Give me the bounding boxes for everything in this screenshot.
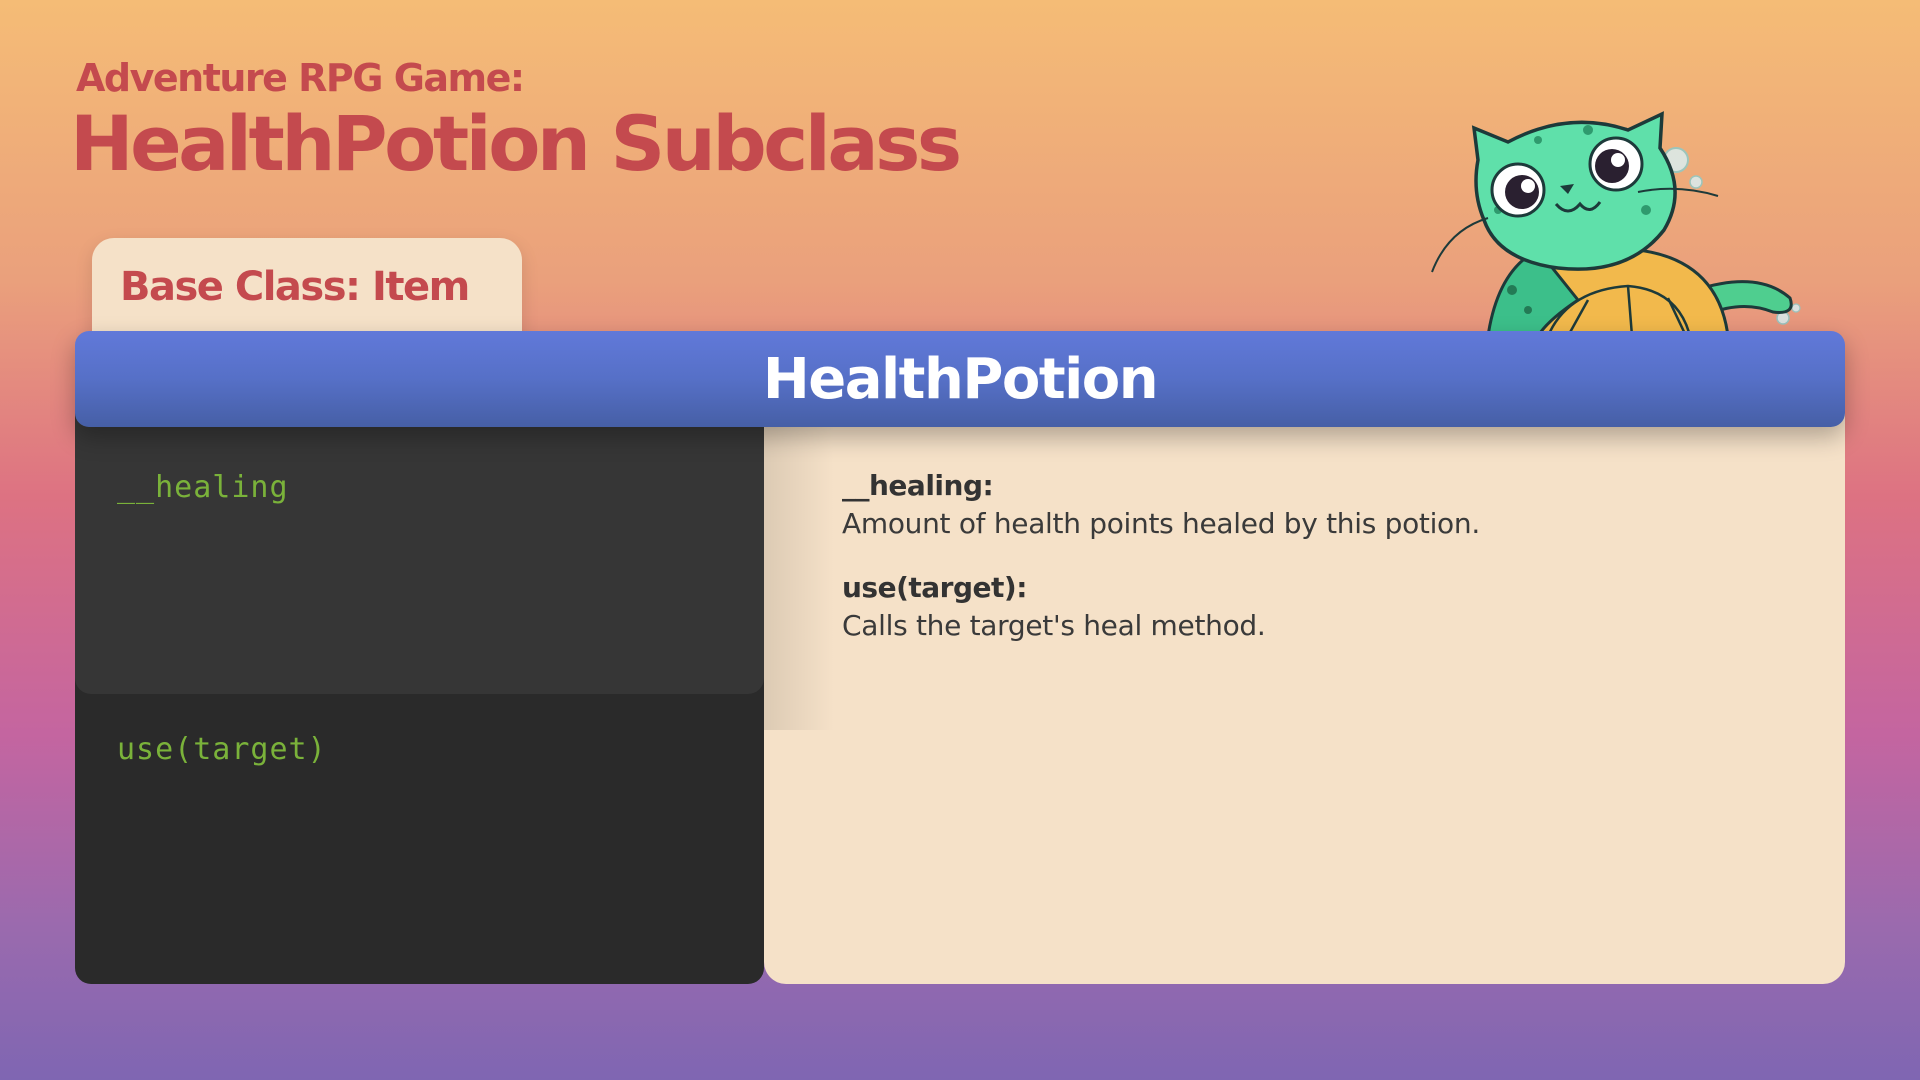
class-name-header: HealthPotion [75, 331, 1845, 427]
method-use: use(target) [117, 732, 327, 767]
description-item: use(target): Calls the target's heal met… [842, 570, 1266, 646]
attribute-healing: __healing [117, 470, 289, 505]
class-name: HealthPotion [762, 346, 1159, 412]
description-item: __healing: Amount of health points heale… [842, 468, 1480, 544]
description-name: __healing: [842, 469, 994, 502]
subtitle: Adventure RPG Game: [76, 56, 525, 100]
description-text: Amount of health points healed by this p… [842, 507, 1480, 540]
class-members-panel: __healing use(target) [75, 400, 764, 984]
cat-turtle-mascot-icon [1428, 100, 1818, 332]
page-title: HealthPotion Subclass [70, 99, 962, 188]
base-class-label: Base Class: Item [120, 264, 470, 310]
descriptions-panel: __healing: Amount of health points heale… [764, 400, 1845, 984]
attributes-section: __healing [75, 400, 764, 694]
description-name: use(target): [842, 571, 1027, 604]
description-text: Calls the target's heal method. [842, 609, 1266, 642]
